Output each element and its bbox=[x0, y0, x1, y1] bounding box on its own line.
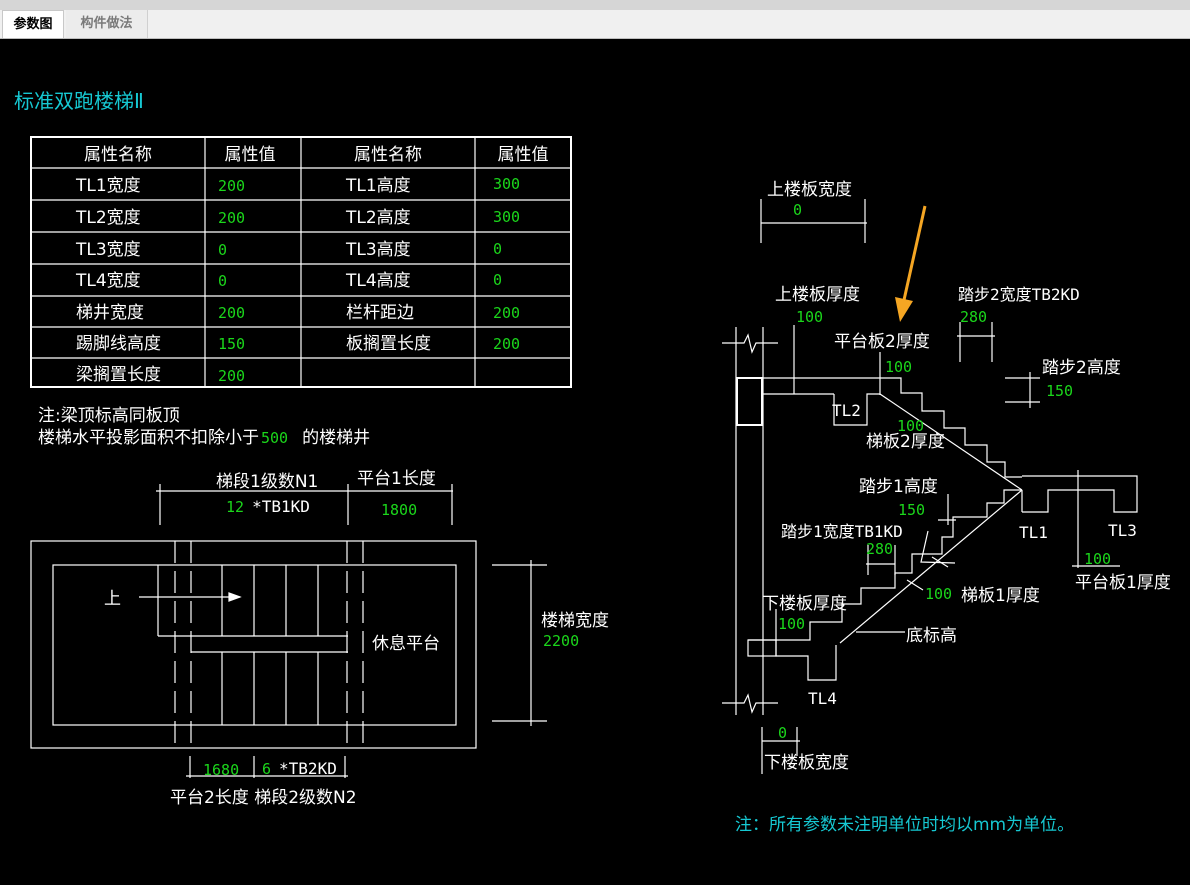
platform2-thickness-value[interactable]: 100 bbox=[885, 358, 912, 376]
window-top-strip bbox=[0, 0, 1190, 10]
table-cell-name: TL3宽度 bbox=[75, 240, 141, 260]
plan-bottom-labels: 平台2长度 梯段2级数N2 bbox=[170, 788, 357, 808]
table-cell-value[interactable]: 0 bbox=[493, 271, 502, 289]
seg1-value-text: 12 *TB1KD bbox=[226, 497, 310, 516]
table-cell-name: 板搁置长度 bbox=[346, 334, 431, 354]
table-body: TL1宽度 200 TL1高度 300 TL2宽度 200 TL2高度 300 … bbox=[75, 175, 520, 385]
stair-width-label: 楼梯宽度 bbox=[541, 611, 609, 631]
lower-slab-width-label: 下楼板宽度 bbox=[764, 753, 849, 773]
table-cell-name: TL2宽度 bbox=[75, 208, 141, 228]
table-cell-name: TL4高度 bbox=[345, 271, 411, 291]
step2-width-label: 踏步2宽度TB2KD bbox=[958, 285, 1080, 304]
table-cell-value[interactable]: 300 bbox=[493, 175, 520, 193]
table-cell-name: TL3高度 bbox=[345, 240, 411, 260]
upper-slab-thickness-label: 上楼板厚度 bbox=[775, 285, 860, 305]
table-cell-value[interactable]: 150 bbox=[218, 335, 245, 353]
table-cell-value[interactable]: 0 bbox=[493, 240, 502, 258]
platform1-thickness-label: 平台板1厚度 bbox=[1075, 573, 1171, 593]
table-cell-value[interactable]: 200 bbox=[218, 367, 245, 385]
tab-params[interactable]: 参数图 bbox=[2, 10, 64, 38]
table-cell-name: TL2高度 bbox=[345, 208, 411, 228]
step2-width-value[interactable]: 280 bbox=[960, 308, 987, 326]
platform1-value[interactable]: 1800 bbox=[381, 501, 417, 519]
table-cell-name: 踢脚线高度 bbox=[76, 334, 161, 354]
table-header-cell: 属性值 bbox=[225, 145, 276, 165]
table-cell-name: TL4宽度 bbox=[75, 271, 141, 291]
drawing-title: 标准双跑楼梯Ⅱ bbox=[14, 89, 144, 113]
stair-drawing: 标准双跑楼梯Ⅱ 属性名称 属性值 属性名称 属性值 TL1宽度 200 TL1高… bbox=[14, 89, 1171, 835]
table-cell-value[interactable]: 200 bbox=[218, 304, 245, 322]
seg2-value-text: 6 *TB2KD bbox=[262, 759, 337, 778]
table-cell-value[interactable]: 0 bbox=[218, 272, 227, 290]
up-label: 上 bbox=[104, 589, 121, 609]
lower-slab-thickness-value[interactable]: 100 bbox=[778, 615, 805, 633]
upper-slab-width-label: 上楼板宽度 bbox=[767, 180, 852, 200]
flight2-thickness-label: 梯板2厚度 bbox=[866, 432, 945, 452]
platform1-thickness-value[interactable]: 100 bbox=[1084, 550, 1111, 568]
tab-bar: 参数图 构件做法 bbox=[0, 10, 1190, 39]
rest-platform-label: 休息平台 bbox=[372, 634, 440, 654]
upper-slab-width-value[interactable]: 0 bbox=[793, 201, 802, 219]
table-header-cell: 属性名称 bbox=[354, 145, 422, 165]
step2-height-label: 踏步2高度 bbox=[1042, 358, 1121, 378]
platform1-label: 平台1长度 bbox=[357, 469, 436, 489]
table-cell-name: TL1高度 bbox=[345, 176, 411, 196]
step1-height-value[interactable]: 150 bbox=[898, 501, 925, 519]
tl4-label: TL4 bbox=[808, 689, 837, 708]
flight1-thickness-label: 梯板1厚度 bbox=[961, 586, 1040, 606]
table-cell-name: 梯井宽度 bbox=[76, 303, 144, 323]
step1-width-label: 踏步1宽度TB1KD bbox=[781, 522, 903, 541]
lower-slab-thickness-label: 下楼板厚度 bbox=[762, 594, 847, 614]
note-line-2: 楼梯水平投影面积不扣除小于 500 的楼梯井 bbox=[38, 428, 370, 448]
table-cell-value[interactable]: 200 bbox=[218, 209, 245, 227]
step1-width-value[interactable]: 280 bbox=[866, 540, 893, 558]
tl1-label: TL1 bbox=[1019, 523, 1048, 542]
table-cell-name: 梁搁置长度 bbox=[76, 365, 161, 385]
table-cell-value[interactable]: 200 bbox=[218, 177, 245, 195]
footer-note: 注：所有参数未注明单位时均以mm为单位。 bbox=[735, 815, 1074, 835]
table-header: 属性名称 属性值 属性名称 属性值 bbox=[84, 145, 549, 165]
seg1-label: 梯段1级数N1 bbox=[216, 472, 318, 492]
step1-height-label: 踏步1高度 bbox=[859, 477, 938, 497]
table-header-cell: 属性值 bbox=[498, 145, 549, 165]
upper-slab-thickness-value[interactable]: 100 bbox=[796, 308, 823, 326]
plan-view bbox=[30, 484, 547, 778]
platform2-thickness-label: 平台板2厚度 bbox=[834, 332, 930, 352]
table-cell-value[interactable]: 200 bbox=[493, 335, 520, 353]
table-cell-name: 栏杆距边 bbox=[346, 303, 414, 323]
table-cell-value[interactable]: 0 bbox=[218, 241, 227, 259]
note-line-1: 注:梁顶标高同板顶 bbox=[38, 406, 180, 426]
tl3-label: TL3 bbox=[1108, 521, 1137, 540]
lower-slab-width-value[interactable]: 0 bbox=[778, 724, 787, 742]
step2-height-value[interactable]: 150 bbox=[1046, 382, 1073, 400]
drawing-canvas: 标准双跑楼梯Ⅱ 属性名称 属性值 属性名称 属性值 TL1宽度 200 TL1高… bbox=[0, 39, 1190, 881]
bottom-elevation-label: 底标高 bbox=[906, 626, 957, 646]
stair-width-value[interactable]: 2200 bbox=[543, 632, 579, 650]
table-cell-value[interactable]: 200 bbox=[493, 304, 520, 322]
table-cell-value[interactable]: 300 bbox=[493, 208, 520, 226]
table-header-cell: 属性名称 bbox=[84, 145, 152, 165]
table-cell-name: TL1宽度 bbox=[75, 176, 141, 196]
tl2-label: TL2 bbox=[832, 401, 861, 420]
annotation-arrow-icon bbox=[895, 205, 927, 322]
flight1-thickness-value[interactable]: 100 bbox=[925, 585, 952, 603]
tab-method[interactable]: 构件做法 bbox=[66, 10, 148, 38]
platform2-value[interactable]: 1680 bbox=[203, 761, 239, 779]
